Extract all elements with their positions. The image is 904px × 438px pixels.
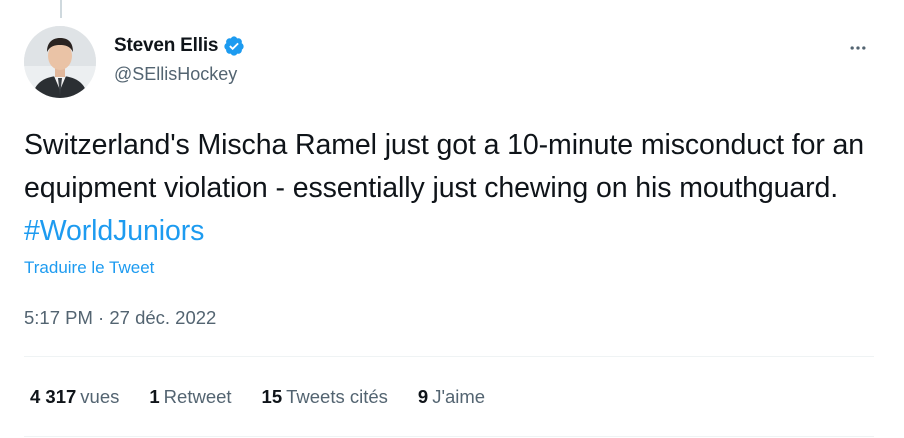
thread-line [60, 0, 62, 18]
hashtag-link[interactable]: #WorldJuniors [24, 215, 204, 247]
quotes-stat[interactable]: 15 Tweets cités [262, 386, 388, 408]
views-count: 4 317 [30, 386, 77, 407]
verified-badge-icon [223, 35, 245, 57]
avatar-image [24, 26, 96, 98]
retweets-stat[interactable]: 1 Retweet [149, 386, 231, 408]
likes-label: J'aime [432, 386, 486, 407]
avatar[interactable] [24, 26, 96, 98]
timestamp: 5:17 PM · 27 déc. 2022 [24, 307, 216, 329]
name-row: Steven Ellis [114, 34, 245, 58]
timestamp-separator: · [92, 307, 110, 328]
likes-count: 9 [417, 386, 429, 407]
bottom-divider [24, 436, 874, 437]
author-display-name[interactable]: Steven Ellis [114, 35, 218, 57]
quotes-label: Tweets cités [286, 386, 388, 407]
divider [24, 356, 874, 357]
tweet-time[interactable]: 5:17 PM [24, 307, 93, 328]
author-block: Steven Ellis @SEllisHockey [114, 34, 245, 85]
views-label: vues [80, 386, 120, 407]
views-stat[interactable]: 4 317 vues [30, 386, 119, 408]
tweet-date[interactable]: 27 déc. 2022 [109, 307, 216, 328]
likes-stat[interactable]: 9 J'aime [418, 386, 485, 408]
author-handle[interactable]: @SEllisHockey [114, 64, 245, 85]
tweet-card: Steven Ellis @SEllisHockey Switzerland's… [0, 0, 904, 438]
retweets-count: 1 [149, 386, 160, 407]
more-horizontal-icon[interactable] [846, 36, 870, 60]
retweets-label: Retweet [163, 386, 232, 407]
tweet-text: Switzerland's Mischa Ramel just got a 10… [24, 124, 874, 253]
translate-tweet-link[interactable]: Traduire le Tweet [24, 258, 154, 278]
tweet-body: Switzerland's Mischa Ramel just got a 10… [24, 129, 865, 204]
engagement-stats: 4 317 vues 1 Retweet 15 Tweets cités 9 J'aim… [30, 386, 515, 408]
quotes-count: 15 [261, 386, 283, 407]
